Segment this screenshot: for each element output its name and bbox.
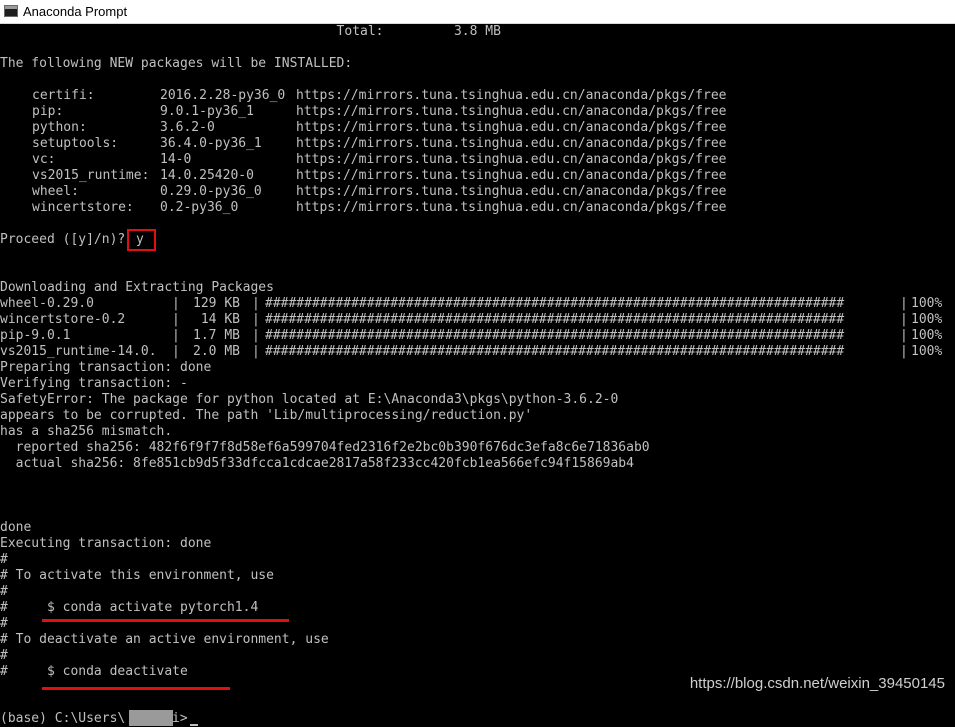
- final-line: # $ conda activate pytorch1.4: [0, 600, 259, 615]
- download-name: vs2015_runtime-14.0.: [0, 344, 157, 359]
- final-line: done: [0, 520, 32, 535]
- package-row: vs2015_runtime: 14.0.25420-0 https://mirro…: [0, 168, 955, 184]
- progress-bar: ########################################…: [265, 344, 845, 359]
- package-name: vc:: [32, 152, 56, 167]
- activate-command-underline: [42, 619, 289, 622]
- package-version: 3.6.2-0: [160, 120, 215, 135]
- column-separator: |: [252, 296, 260, 311]
- text-cursor: [190, 724, 198, 726]
- prompt-prefix: (base) C:\Users\: [0, 711, 126, 726]
- log-line: actual sha256: 8fe851cb9d5f33dfcca1cdcae…: [0, 456, 634, 471]
- package-name: pip:: [32, 104, 64, 119]
- package-url: https://mirrors.tuna.tsinghua.edu.cn/ana…: [296, 152, 727, 167]
- package-url: https://mirrors.tuna.tsinghua.edu.cn/ana…: [296, 136, 727, 151]
- package-url: https://mirrors.tuna.tsinghua.edu.cn/ana…: [296, 168, 727, 183]
- package-row: vc: 14-0 https://mirrors.tuna.tsinghua.edu…: [0, 152, 955, 168]
- progress-bar: ########################################…: [265, 328, 845, 343]
- progress-bar: ########################################…: [265, 312, 845, 327]
- new-packages-heading: The following NEW packages will be INSTA…: [0, 56, 353, 71]
- column-separator: |: [172, 312, 180, 327]
- package-version: 14-0: [160, 152, 192, 167]
- download-size: 14 KB: [200, 312, 240, 327]
- log-line: Preparing transaction: done: [0, 360, 212, 375]
- package-version: 9.0.1-py36_1: [160, 104, 254, 119]
- column-separator: |: [252, 312, 260, 327]
- redacted-username: [129, 710, 173, 726]
- column-separator: |: [900, 344, 908, 359]
- package-url: https://mirrors.tuna.tsinghua.edu.cn/ana…: [296, 104, 727, 119]
- column-separator: |: [252, 344, 260, 359]
- package-version: 2016.2.28-py36_0: [160, 88, 286, 103]
- final-line: # To activate this environment, use: [0, 568, 274, 583]
- deactivate-command-underline: [42, 687, 230, 690]
- download-size: 1.7 MB: [193, 328, 240, 343]
- download-percent: 100%: [911, 312, 943, 327]
- column-separator: |: [252, 328, 260, 343]
- downloading-heading: Downloading and Extracting Packages: [0, 280, 274, 295]
- package-name: wincertstore:: [32, 200, 134, 215]
- proceed-prompt: Proceed ([y]/n)?: [0, 232, 126, 247]
- download-row: pip-9.0.1 | 1.7 MB | #######################…: [0, 328, 955, 344]
- download-percent: 100%: [911, 296, 943, 311]
- package-version: 0.29.0-py36_0: [160, 184, 262, 199]
- package-row: pip: 9.0.1-py36_1 https://mirrors.tuna.tsi…: [0, 104, 955, 120]
- package-row: wheel: 0.29.0-py36_0 https://mirrors.tuna.…: [0, 184, 955, 200]
- log-line: has a sha256 mismatch.: [0, 424, 173, 439]
- console-output[interactable]: Total: 3.8 MB The following NEW packages…: [0, 24, 955, 727]
- download-percent: 100%: [911, 328, 943, 343]
- package-version: 14.0.25420-0: [160, 168, 254, 183]
- package-version: 36.4.0-py36_1: [160, 136, 262, 151]
- column-separator: |: [900, 296, 908, 311]
- final-line: #: [0, 648, 8, 663]
- download-row: wincertstore-0.2 | 14 KB | #################…: [0, 312, 955, 328]
- final-line: Executing transaction: done: [0, 536, 212, 551]
- column-separator: |: [172, 328, 180, 343]
- progress-bar: ########################################…: [265, 296, 845, 311]
- package-url: https://mirrors.tuna.tsinghua.edu.cn/ana…: [296, 184, 727, 199]
- package-name: python:: [32, 120, 87, 135]
- final-line: #: [0, 584, 8, 599]
- package-name: certifi:: [32, 88, 95, 103]
- prompt-suffix: i>: [172, 711, 188, 726]
- final-line: # $ conda deactivate: [0, 664, 188, 679]
- package-name: setuptools:: [32, 136, 119, 151]
- final-line: #: [0, 552, 8, 567]
- package-version: 0.2-py36_0: [160, 200, 239, 215]
- package-row: certifi: 2016.2.28-py36_0 https://mirrors.…: [0, 88, 955, 104]
- column-separator: |: [900, 328, 908, 343]
- download-name: wheel-0.29.0: [0, 296, 94, 311]
- package-url: https://mirrors.tuna.tsinghua.edu.cn/ana…: [296, 88, 727, 103]
- download-percent: 100%: [911, 344, 943, 359]
- package-url: https://mirrors.tuna.tsinghua.edu.cn/ana…: [296, 120, 727, 135]
- download-size: 2.0 MB: [193, 344, 240, 359]
- log-line: Verifying transaction: -: [0, 376, 188, 391]
- download-row: wheel-0.29.0 | 129 KB | ####################…: [0, 296, 955, 312]
- answer-highlight-box: [127, 229, 156, 251]
- log-line: reported sha256: 482f6f9f7f8d58ef6a59970…: [0, 440, 650, 455]
- column-separator: |: [172, 296, 180, 311]
- package-name: vs2015_runtime:: [32, 168, 150, 183]
- download-name: pip-9.0.1: [0, 328, 71, 343]
- log-line: appears to be corrupted. The path 'Lib/m…: [0, 408, 533, 423]
- final-line: #: [0, 616, 8, 631]
- download-size: 129 KB: [193, 296, 240, 311]
- package-row: setuptools: 36.4.0-py36_1 https://mirrors.…: [0, 136, 955, 152]
- package-row: python: 3.6.2-0 https://mirrors.tuna.tsing…: [0, 120, 955, 136]
- watermark: https://blog.csdn.net/weixin_39450145: [689, 675, 945, 692]
- console-icon: [4, 5, 18, 17]
- download-row: vs2015_runtime-14.0. | 2.0 MB | ############…: [0, 344, 955, 360]
- log-line: SafetyError: The package for python loca…: [0, 392, 619, 407]
- window-title: Anaconda Prompt: [23, 4, 128, 19]
- package-row: wincertstore: 0.2-py36_0 https://mirrors.t…: [0, 200, 955, 216]
- column-separator: |: [900, 312, 908, 327]
- total-line: Total: 3.8 MB: [0, 24, 501, 39]
- download-name: wincertstore-0.2: [0, 312, 126, 327]
- column-separator: |: [172, 344, 180, 359]
- package-name: wheel:: [32, 184, 79, 199]
- final-line: # To deactivate an active environment, u…: [0, 632, 329, 647]
- package-url: https://mirrors.tuna.tsinghua.edu.cn/ana…: [296, 200, 727, 215]
- title-bar: Anaconda Prompt: [0, 0, 955, 24]
